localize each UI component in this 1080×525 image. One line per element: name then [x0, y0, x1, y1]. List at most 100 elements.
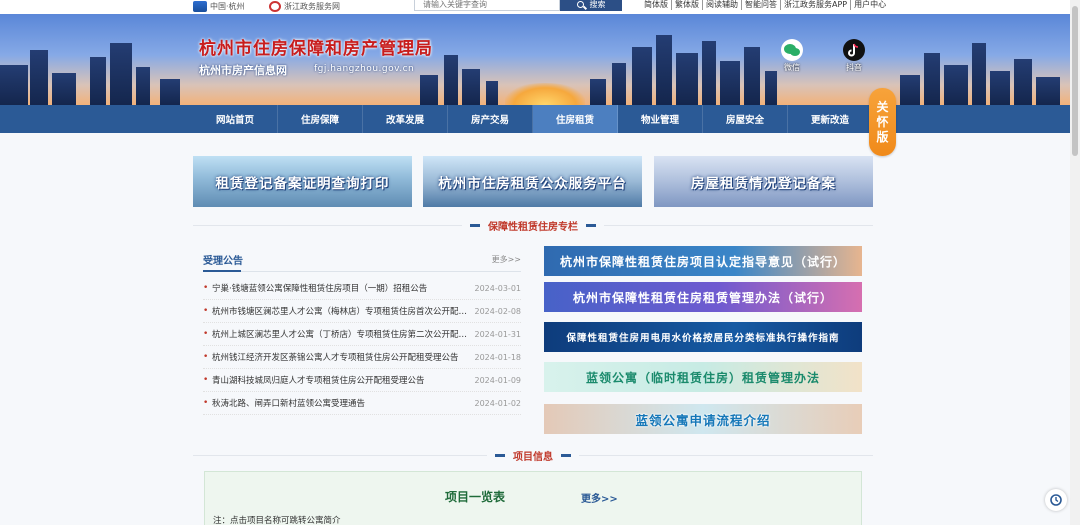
skyline-building	[656, 35, 672, 105]
announcement-title[interactable]: 受理公告	[203, 252, 521, 267]
nav-renewal[interactable]: 更新改造	[788, 105, 873, 133]
announcement-item[interactable]: • 宁巢·钱塘蓝领公寓保障性租赁住房项目（一期）招租公告 2024-03-01	[203, 277, 521, 300]
skyline-building	[90, 57, 106, 105]
site-subtitle: 杭州市房产信息网	[199, 64, 287, 77]
douyin-icon	[843, 39, 865, 61]
skyline-building	[632, 47, 652, 105]
section-title: 保障性租赁住房专栏	[488, 222, 578, 233]
announcement-item[interactable]: • 秋涛北路、闸弄口新村蓝领公寓受理通告 2024-01-02	[203, 392, 521, 415]
announcement-item[interactable]: • 杭州钱江经济开发区荼锦公寓人才专项租赁住房公开配租受理公告 2024-01-18	[203, 346, 521, 369]
skyline-building	[1014, 59, 1032, 105]
project-note: 注：点击项目名称可跳转公寓简介	[213, 516, 341, 525]
sunset-glow	[505, 83, 585, 105]
skyline-building	[160, 79, 180, 105]
douyin-link[interactable]: 抖音	[841, 39, 867, 73]
link-user-center[interactable]: 用户中心	[851, 0, 889, 10]
skyline-building	[765, 71, 777, 105]
announcement-item[interactable]: • 青山湖科技城凤归庭人才专项租赁住房公开配租受理公告 2024-01-09	[203, 369, 521, 392]
top-links: 简体版 繁体版 阅读辅助 智能问答 浙江政务服务APP 用户中心	[641, 0, 889, 10]
skyline-building	[486, 81, 498, 105]
skyline-building	[676, 53, 698, 105]
nav-home[interactable]: 网站首页	[193, 105, 278, 133]
announcement-item[interactable]: • 杭州上城区澜芯里人才公寓（丁桥店）专项租赁住房第二次公开配租... 2024-0…	[203, 323, 521, 346]
care-mode-button[interactable]: 关 怀 版	[869, 88, 896, 156]
top-utility-bar: 中国·杭州 浙江政务服务网 搜索 简体版 繁体版 阅读辅助 智能问答 浙江政务服…	[0, 0, 1080, 14]
announcement-more-link[interactable]: 更多>>	[492, 254, 521, 265]
nav-building-safety[interactable]: 房屋安全	[703, 105, 788, 133]
section-title: 项目信息	[513, 452, 553, 463]
main-nav: 网站首页 住房保障 改革发展 房产交易 住房租赁 物业管理 房屋安全 更新改造	[0, 105, 1080, 133]
search-input[interactable]	[414, 0, 560, 11]
site-title[interactable]: 杭州市住房保障和房产管理局	[199, 34, 433, 59]
skyline-building	[972, 43, 986, 105]
header-banner: 杭州市住房保障和房产管理局 杭州市房产信息网 fgj.hangzhou.gov.…	[0, 14, 1080, 105]
link-simplified[interactable]: 简体版	[641, 0, 672, 10]
gov-emblem-icon	[193, 0, 207, 12]
policy-banner-rental-management[interactable]: 杭州市保障性租赁住房租赁管理办法（试行）	[544, 282, 862, 312]
skyline-building	[744, 47, 760, 105]
skyline-building	[900, 75, 920, 105]
announcement-item[interactable]: • 杭州市钱塘区澜芯里人才公寓（梅林店）专项租赁住房首次公开配租... 2024-0…	[203, 300, 521, 323]
link-zj-app[interactable]: 浙江政务服务APP	[781, 0, 852, 10]
wechat-link[interactable]: 微信	[779, 39, 805, 73]
nav-property-trading[interactable]: 房产交易	[448, 105, 533, 133]
announcement-panel: 受理公告 更多>> • 宁巢·钱塘蓝领公寓保障性租赁住房项目（一期）招租公告 202…	[203, 252, 521, 415]
project-list-title: 项目一览表	[445, 490, 506, 504]
link-smart-qa[interactable]: 智能问答	[742, 0, 781, 10]
project-more-link[interactable]: 更多>>	[581, 490, 618, 505]
skyline-building	[590, 79, 606, 105]
skyline-building	[136, 67, 150, 105]
section-dash	[470, 224, 480, 227]
hangzhou-gov-logo[interactable]: 中国·杭州	[193, 0, 263, 12]
skyline-building	[612, 63, 626, 105]
page-scrollbar[interactable]	[1070, 0, 1080, 525]
search-button[interactable]: 搜索	[560, 0, 622, 11]
rental-registration-filing-banner[interactable]: 房屋租赁情况登记备案	[654, 156, 873, 207]
rental-public-service-platform-banner[interactable]: 杭州市住房租赁公众服务平台	[423, 156, 642, 207]
skyline-building	[1036, 77, 1060, 105]
skyline-building	[30, 50, 48, 105]
link-traditional[interactable]: 繁体版	[672, 0, 703, 10]
policy-banner-application-process[interactable]: 蓝领公寓申请流程介绍	[544, 404, 862, 434]
skyline-building	[0, 65, 28, 105]
skyline-building	[420, 75, 438, 105]
bullet-icon: •	[203, 375, 209, 385]
skyline-building	[990, 71, 1010, 105]
skyline-building	[462, 69, 480, 105]
refresh-icon	[1050, 494, 1062, 506]
section-dash	[561, 454, 571, 457]
section-dash	[495, 454, 505, 457]
nav-property-management[interactable]: 物业管理	[618, 105, 703, 133]
policy-banner-utility-pricing[interactable]: 保障性租赁住房用电用水价格按居民分类标准执行操作指南	[544, 322, 862, 352]
zj-service-icon	[269, 0, 281, 12]
section-header-project-info: 项目信息	[193, 448, 873, 463]
announcement-divider	[203, 270, 521, 272]
project-list-panel: 项目一览表 更多>> 注：点击项目名称可跳转公寓简介	[204, 471, 862, 525]
skyline-building	[944, 65, 968, 105]
site-url: fgj.hangzhou.gov.cn	[314, 64, 415, 74]
nav-housing-rental[interactable]: 住房租赁	[533, 105, 618, 133]
search-icon	[576, 1, 584, 8]
policy-banner-project-certification[interactable]: 杭州市保障性租赁住房项目认定指导意见（试行）	[544, 246, 862, 276]
bullet-icon: •	[203, 352, 209, 362]
skyline-building	[52, 73, 76, 105]
section-header-affordable-rental: 保障性租赁住房专栏	[193, 218, 873, 233]
rental-registration-certificate-banner[interactable]: 租赁登记备案证明查询打印	[193, 156, 412, 207]
link-reading-aid[interactable]: 阅读辅助	[703, 0, 742, 10]
wechat-icon	[781, 39, 803, 61]
nav-housing-security[interactable]: 住房保障	[278, 105, 363, 133]
scrollbar-thumb[interactable]	[1072, 6, 1078, 156]
skyline-building	[444, 55, 458, 105]
bullet-icon: •	[203, 329, 209, 339]
bullet-icon: •	[203, 306, 209, 316]
policy-banner-blue-collar-apartment[interactable]: 蓝领公寓（临时租赁住房）租赁管理办法	[544, 362, 862, 392]
bullet-icon: •	[203, 283, 209, 293]
accessibility-float-button[interactable]	[1045, 489, 1067, 511]
bullet-icon: •	[203, 398, 209, 408]
section-dash	[586, 224, 596, 227]
nav-reform[interactable]: 改革发展	[363, 105, 448, 133]
skyline-building	[702, 41, 716, 105]
zhejiang-gov-service-logo[interactable]: 浙江政务服务网	[269, 0, 349, 12]
skyline-building	[720, 61, 740, 105]
skyline-building	[110, 43, 132, 105]
